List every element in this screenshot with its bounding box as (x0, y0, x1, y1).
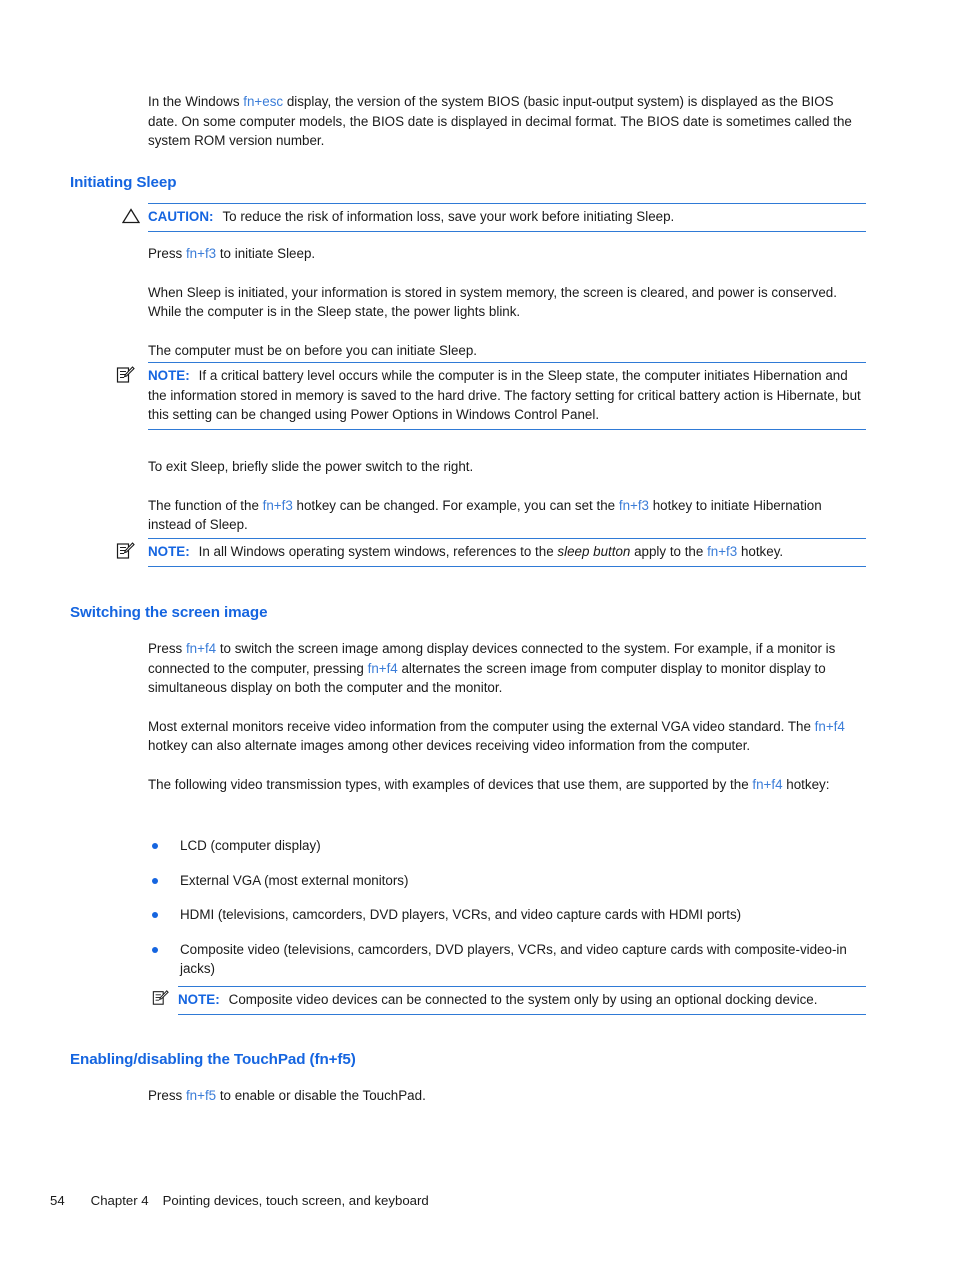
note-rules-battery: NOTE: If a critical battery level occurs … (148, 362, 866, 430)
hotkey-fn-f4-b: fn+f4 (367, 660, 398, 676)
intro-text-before: In the Windows (148, 94, 244, 109)
caution-rules: CAUTION: To reduce the risk of informatio… (148, 203, 866, 232)
press-prefix: Press (148, 246, 186, 261)
list-item: HDMI (televisions, camcorders, DVD playe… (148, 905, 866, 925)
intro-block: In the Windows fn+esc display, the versi… (148, 92, 866, 170)
note-block-composite: NOTE: Composite video devices can be conn… (152, 986, 866, 1015)
warning-triangle-icon (121, 208, 142, 228)
types-s1: The following video transmission types, … (148, 776, 753, 792)
footer-page-number: 54 (50, 1193, 65, 1208)
manual-page: In the Windows fn+esc display, the versi… (0, 0, 954, 1270)
note-block-battery: NOTE: If a critical battery level occurs … (116, 362, 866, 430)
press-suffix: to initiate Sleep. (216, 246, 316, 261)
hotkey-fn-f3: fn+f3 (185, 246, 217, 261)
note-label: NOTE: (148, 368, 190, 383)
list-item-label: HDMI (televisions, camcorders, DVD playe… (180, 907, 742, 923)
hotkey-fn-f4-d: fn+f4 (752, 776, 783, 792)
heading-enabling-disabling-touchpad: Enabling/disabling the TouchPad (fn+f5) (70, 1051, 356, 1068)
footer-chapter: Chapter 4 (90, 1193, 149, 1208)
bullet-dot-icon (152, 912, 158, 919)
bullet-dot-icon (152, 843, 158, 849)
note-rules-composite: NOTE: Composite video devices can be conn… (178, 986, 866, 1015)
hotkey-fn-f3-a: fn+f3 (262, 497, 293, 513)
function-s2: hotkey can be changed. For example, you … (292, 497, 619, 513)
must-be-on-paragraph: The computer must be on before you can i… (148, 342, 478, 358)
note-block-sleep-button: NOTE: In all Windows operating system win… (116, 538, 866, 567)
list-item-label: Composite video (televisions, camcorders… (180, 941, 847, 977)
note-pencil-icon (116, 365, 136, 385)
heading-switching-screen-image: Switching the screen image (70, 604, 268, 621)
when-sleep-paragraph: When Sleep is initiated, your informatio… (148, 284, 837, 320)
sleep-paragraphs: Press fn+f3 to initiate Sleep. When Slee… (148, 244, 866, 360)
f4-s1: Press (148, 641, 186, 656)
note-text-composite-line: NOTE: Composite video devices can be conn… (178, 990, 866, 1010)
hotkey-fn-f3-c: fn+f3 (707, 544, 738, 559)
note-rules-sleep-button: NOTE: In all Windows operating system win… (148, 538, 866, 567)
hotkey-fn-esc: fn+esc (243, 94, 284, 109)
list-item: External VGA (most external monitors) (148, 871, 866, 891)
heading-initiating-sleep: Initiating Sleep (70, 174, 177, 191)
caution-text: To reduce the risk of information loss, … (222, 209, 675, 224)
list-item: Composite video (televisions, camcorders… (148, 940, 866, 979)
hotkey-fn-f4-a: fn+f4 (185, 641, 217, 656)
external-vga-paragraph: Most external monitors receive video inf… (148, 717, 866, 756)
note-text-battery-line: NOTE: If a critical battery level occurs … (148, 366, 866, 425)
function-change-paragraph: The function of the fn+f3 hotkey can be … (148, 496, 866, 535)
f5-s2: to enable or disable the TouchPad. (216, 1088, 426, 1103)
press-fn-f3-paragraph: Press fn+f3 to initiate Sleep. (148, 244, 866, 264)
hotkey-fn-f5: fn+f5 (185, 1088, 217, 1103)
f5-s1: Press (148, 1088, 186, 1103)
transmission-types-paragraph: The following video transmission types, … (148, 775, 866, 795)
hotkey-fn-f3-b: fn+f3 (618, 497, 649, 513)
switching-paragraphs: Press fn+f4 to switch the screen image a… (148, 639, 866, 795)
note-pencil-icon (116, 541, 136, 561)
note-sleep-s1: In all Windows operating system windows,… (198, 544, 558, 559)
note-sleep-s2: apply to the (630, 544, 708, 559)
caution-text-line: CAUTION: To reduce the risk of informatio… (148, 207, 866, 227)
vga-s2: hotkey can also alternate images among o… (148, 738, 751, 754)
bullet-dot-icon (152, 877, 158, 884)
bullet-dot-icon (152, 946, 158, 953)
caution-block: CAUTION: To reduce the risk of informatio… (121, 203, 866, 232)
vga-s1: Most external monitors receive video inf… (148, 718, 815, 734)
note-text: If a critical battery level occurs while… (148, 368, 861, 423)
note-sleep-s3: hotkey. (737, 544, 784, 559)
press-fn-f4-paragraph: Press fn+f4 to switch the screen image a… (148, 639, 866, 698)
note-label: NOTE: (178, 992, 220, 1007)
list-item-label: LCD (computer display) (180, 838, 321, 853)
function-s1: The function of the (148, 497, 263, 513)
touchpad-paragraphs: Press fn+f5 to enable or disable the Tou… (148, 1086, 866, 1106)
note-text-sleep-button-line: NOTE: In all Windows operating system win… (148, 542, 866, 562)
types-s2: hotkey: (782, 776, 830, 792)
footer-chapter-title: Pointing devices, touch screen, and keyb… (162, 1193, 429, 1208)
note-pencil-icon (152, 989, 172, 1009)
hotkey-fn-f4-c: fn+f4 (814, 718, 845, 734)
exit-sleep-paragraphs: To exit Sleep, briefly slide the power s… (148, 457, 866, 535)
list-item: LCD (computer display) (148, 836, 866, 856)
caution-label: CAUTION: (148, 209, 214, 224)
list-item-label: External VGA (most external monitors) (180, 872, 409, 888)
press-fn-f5-paragraph: Press fn+f5 to enable or disable the Tou… (148, 1086, 866, 1106)
page-footer: 54 Chapter 4 Pointing devices, touch scree… (50, 1193, 429, 1208)
exit-sleep-paragraph: To exit Sleep, briefly slide the power s… (148, 459, 474, 474)
sleep-button-emphasis: sleep button (557, 544, 631, 559)
intro-paragraph: In the Windows fn+esc display, the versi… (148, 92, 866, 151)
note-text: Composite video devices can be connected… (228, 992, 818, 1007)
note-label: NOTE: (148, 544, 190, 559)
video-types-list: LCD (computer display) External VGA (mos… (148, 836, 866, 979)
